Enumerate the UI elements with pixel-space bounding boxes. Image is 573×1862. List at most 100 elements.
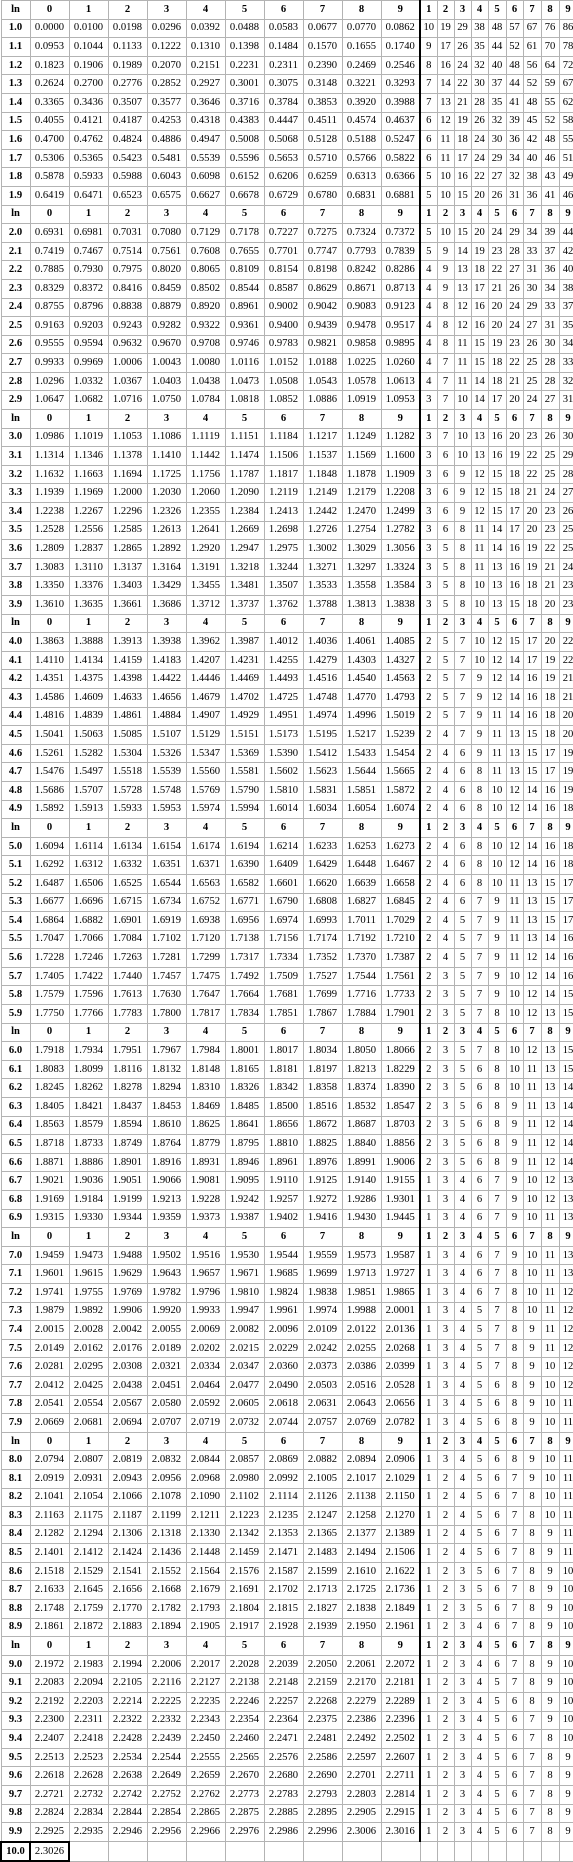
log-value: 2.2428 xyxy=(107,1729,148,1749)
mean-difference: 18 xyxy=(470,260,489,280)
log-value: 2.1838 xyxy=(341,1599,382,1619)
mean-difference: 25 xyxy=(522,353,542,373)
row-key: 3.0 xyxy=(0,427,31,448)
mean-difference: 6 xyxy=(487,1375,507,1396)
mean-difference: 23 xyxy=(558,595,573,615)
mean-difference: 5 xyxy=(453,1152,472,1173)
log-value: 1.7834 xyxy=(224,1004,265,1024)
log-value: 2.2300 xyxy=(29,1710,70,1731)
mean-difference: 4 xyxy=(419,278,438,299)
column-header: 4 xyxy=(185,409,226,429)
mean-difference: 11 xyxy=(522,1097,542,1117)
log-value: 0.9632 xyxy=(107,334,148,355)
mean-difference: 1 xyxy=(419,1506,438,1526)
mean-difference: 25 xyxy=(558,539,573,559)
log-value: 1.1119 xyxy=(185,427,226,448)
difference-header: 1 xyxy=(419,613,438,634)
log-value: 1.7630 xyxy=(146,985,187,1006)
difference-header: 8 xyxy=(540,1431,560,1452)
column-header: 9 xyxy=(380,204,421,225)
log-value: 2.1389 xyxy=(380,1524,421,1545)
mean-difference: 10 xyxy=(558,1580,573,1601)
mean-difference: 1 xyxy=(419,1822,438,1843)
mean-difference: 7 xyxy=(470,1041,489,1061)
log-value: 1.5974 xyxy=(185,799,226,820)
mean-difference: 21 xyxy=(540,557,560,578)
log-value: 0.8020 xyxy=(146,260,187,280)
table-row: 7.7 2.0412 2.0425 2.0438 2.0451 2.0464 2.0477 2… xyxy=(0,1375,573,1396)
log-value: 1.2499 xyxy=(380,502,421,522)
row-key: 2.7 xyxy=(0,353,31,373)
mean-difference: 5 xyxy=(436,669,455,689)
mean-difference: 8 xyxy=(487,1134,507,1154)
log-value: 2.3016 xyxy=(380,1822,421,1843)
log-value: 1.3029 xyxy=(341,539,382,559)
mean-difference: 24 xyxy=(505,316,524,336)
mean-difference: 3 xyxy=(436,1338,455,1359)
mean-difference: 5 xyxy=(470,1450,489,1470)
table-row: 4.3 1.4586 1.4609 1.4633 1.4656 1.4679 1.4702 1… xyxy=(0,687,573,708)
mean-difference: 1 xyxy=(419,1524,438,1545)
log-value: 2.2544 xyxy=(146,1747,187,1768)
log-value: 0.0198 xyxy=(107,18,148,39)
log-value: 1.5707 xyxy=(68,780,109,801)
log-value: 1.8001 xyxy=(224,1041,265,1061)
mean-difference: 12 xyxy=(558,1320,573,1340)
table-row: 9.9 2.2925 2.2935 2.2946 2.2956 2.2966 2.2976 2… xyxy=(0,1822,573,1843)
mean-difference: 4 xyxy=(453,1301,472,1322)
mean-difference: 7 xyxy=(436,390,455,411)
mean-difference: 8 xyxy=(505,1413,524,1433)
row-key: 4.9 xyxy=(0,799,31,820)
log-value: 1.6919 xyxy=(146,911,187,931)
log-value: 1.6882 xyxy=(68,911,109,931)
log-value: 1.6194 xyxy=(224,836,265,857)
log-value: 1.2384 xyxy=(224,502,265,522)
mean-difference: 15 xyxy=(522,743,542,764)
mean-difference: 9 xyxy=(470,706,489,727)
mean-difference: 20 xyxy=(540,595,560,615)
log-value: 2.1725 xyxy=(341,1580,382,1601)
mean-difference: 21 xyxy=(522,483,542,504)
row-key: 2.3 xyxy=(0,278,31,299)
difference-header: 4 xyxy=(470,1636,489,1656)
mean-difference: 3 xyxy=(419,483,438,504)
mean-difference: 9 xyxy=(522,1338,542,1359)
log-value: 2.0732 xyxy=(224,1413,265,1433)
log-value: 1.8871 xyxy=(29,1152,70,1173)
mean-difference: 6 xyxy=(505,1692,524,1712)
mean-difference: 2 xyxy=(419,892,438,913)
log-value: 1.8749 xyxy=(107,1134,148,1154)
column-header: 7 xyxy=(302,1431,343,1452)
log-value: 1.2413 xyxy=(263,502,304,522)
difference-header: 5 xyxy=(487,1227,507,1247)
column-header: 0 xyxy=(29,1431,70,1452)
log-value: 1.7851 xyxy=(263,1004,304,1024)
log-value: 1.4207 xyxy=(185,650,226,671)
log-value: 1.3244 xyxy=(263,557,304,578)
column-header: 3 xyxy=(146,409,187,429)
mean-difference: 8 xyxy=(470,780,489,801)
log-value: 2.0347 xyxy=(224,1357,265,1377)
log-value: 2.2235 xyxy=(185,1692,226,1712)
mean-difference: 6 xyxy=(487,1654,507,1675)
mean-difference: 16 xyxy=(505,557,524,578)
log-value: 1.8594 xyxy=(107,1115,148,1136)
mean-difference: 14 xyxy=(558,1078,573,1099)
log-value: 1.5933 xyxy=(107,799,148,820)
log-value: 1.8485 xyxy=(224,1097,265,1117)
table-row: 4.7 1.5476 1.5497 1.5518 1.5539 1.5560 1.5581 1… xyxy=(0,762,573,782)
mean-difference: 5 xyxy=(453,1097,472,1117)
log-value: 0.9933 xyxy=(29,353,70,373)
mean-difference: 6 xyxy=(470,1282,489,1303)
log-value: 0.6259 xyxy=(302,167,343,187)
log-value: 2.2885 xyxy=(263,1803,304,1824)
mean-difference: 8 xyxy=(419,55,438,76)
mean-difference: 11 xyxy=(505,929,524,950)
column-header: 0 xyxy=(29,0,70,20)
mean-difference: 4 xyxy=(419,353,438,373)
log-value: 1.0043 xyxy=(146,353,187,373)
mean-difference: 18 xyxy=(558,799,573,820)
log-value: 1.1725 xyxy=(146,464,187,485)
log-value: 2.1306 xyxy=(107,1524,148,1545)
mean-difference: 64 xyxy=(540,55,560,76)
